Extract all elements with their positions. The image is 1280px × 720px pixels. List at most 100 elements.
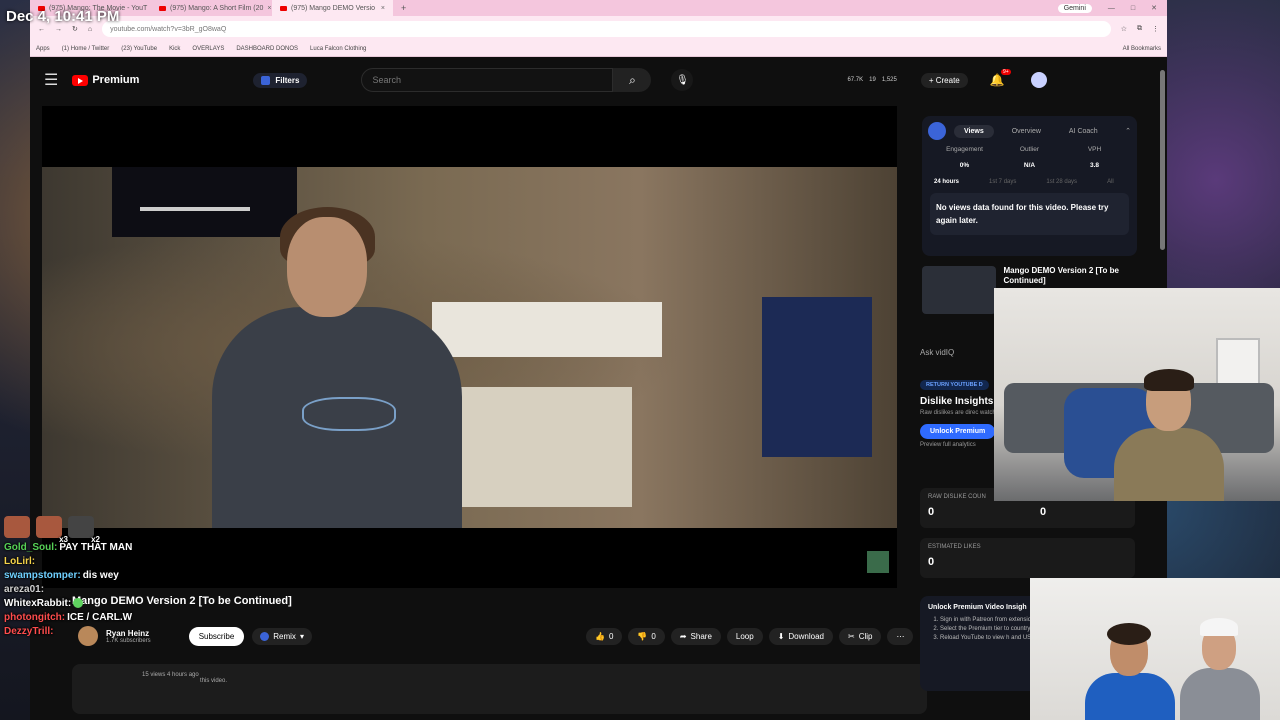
clip-button[interactable]: ✂ Clip bbox=[838, 628, 882, 645]
youtube-icon bbox=[280, 5, 287, 11]
bookmarks-bar: Apps (1) Home / Twitter (23) YouTube Kic… bbox=[30, 42, 1167, 57]
minimize-icon[interactable]: — bbox=[1108, 5, 1115, 12]
remix-icon bbox=[260, 631, 270, 641]
webcam-overlay-2 bbox=[1030, 578, 1280, 720]
ask-vidiq[interactable]: Ask vidIQ bbox=[920, 348, 954, 357]
vidiq-logo-icon bbox=[928, 122, 946, 140]
description-box[interactable]: 15 views 4 hours ago this video. bbox=[72, 664, 927, 714]
stat-value: 19 bbox=[869, 77, 876, 83]
emote-icon: x3 bbox=[36, 516, 68, 544]
vidiq-icon bbox=[261, 75, 271, 85]
search-icon[interactable]: ⌕ bbox=[613, 68, 652, 92]
bookmark-item[interactable]: (1) Home / Twitter bbox=[62, 46, 110, 52]
chat-message: Gold_Soul: PAY THAT MAN bbox=[4, 542, 133, 553]
metric-value: 3.8 bbox=[1089, 162, 1100, 169]
home-icon[interactable]: ⌂ bbox=[88, 26, 92, 33]
notification-badge: 9+ bbox=[1001, 69, 1011, 75]
maximize-icon[interactable]: □ bbox=[1131, 5, 1135, 12]
bookmark-item[interactable]: Kick bbox=[169, 46, 180, 52]
more-actions-icon[interactable]: ⋯ bbox=[887, 628, 914, 645]
gemini-button[interactable]: Gemini bbox=[1057, 3, 1092, 13]
tab-3[interactable]: (975) Mango DEMO Versio × bbox=[272, 0, 393, 16]
range-28d[interactable]: 1st 28 days bbox=[1046, 179, 1077, 185]
range-7d[interactable]: 1st 7 days bbox=[989, 179, 1016, 185]
forward-icon[interactable]: → bbox=[55, 26, 62, 33]
metric-value: N/A bbox=[1023, 162, 1036, 169]
metric-value: 0% bbox=[959, 162, 970, 169]
youtube-header: ☰ Premium Filters Search ⌕ 🎙 67.7K 19 1,… bbox=[30, 57, 1167, 103]
remix-button[interactable]: Remix ▾ bbox=[252, 627, 312, 645]
stat-value: 67.7K bbox=[847, 77, 864, 83]
close-icon[interactable]: × bbox=[267, 5, 271, 12]
related-thumbnail[interactable] bbox=[922, 266, 996, 314]
tab-overview[interactable]: Overview bbox=[1002, 125, 1051, 138]
new-tab-icon[interactable]: + bbox=[393, 3, 414, 13]
extensions-icon[interactable]: ⧉ bbox=[1137, 25, 1142, 33]
emote-icon bbox=[73, 598, 84, 609]
scene-person bbox=[212, 207, 472, 528]
dislike-button[interactable]: 👎 0 bbox=[628, 628, 665, 645]
chat-message: DezzyTrill: bbox=[4, 626, 54, 637]
range-tabs: 24 hours 1st 7 days 1st 28 days All bbox=[922, 169, 1137, 189]
bookmark-item[interactable]: DASHBOARD DONOS bbox=[236, 46, 298, 52]
tab-2[interactable]: (975) Mango: A Short Film (20 × bbox=[151, 0, 272, 16]
search-input[interactable]: Search bbox=[361, 68, 614, 92]
channel-watermark[interactable] bbox=[867, 551, 889, 573]
tab-views[interactable]: Views bbox=[954, 124, 994, 138]
bookmark-item[interactable]: Luca Falcon Clothing bbox=[310, 46, 366, 52]
account-avatar[interactable] bbox=[1030, 72, 1047, 88]
like-button[interactable]: 👍 0 bbox=[586, 628, 623, 645]
bookmark-item[interactable]: Apps bbox=[36, 46, 50, 52]
download-icon: ⬇ bbox=[777, 632, 785, 641]
bookmark-item[interactable]: (23) YouTube bbox=[121, 46, 157, 52]
star-icon[interactable]: ☆ bbox=[1121, 25, 1127, 33]
back-icon[interactable]: ← bbox=[38, 26, 45, 33]
raw-dislike-value: 0 bbox=[1040, 506, 1047, 518]
filters-button[interactable]: Filters bbox=[253, 72, 308, 88]
menu-dots-icon[interactable]: ⋮ bbox=[1152, 25, 1159, 33]
estimated-likes: ESTIMATED LIKES 0 bbox=[920, 538, 1135, 578]
youtube-play-icon bbox=[72, 74, 89, 86]
all-bookmarks[interactable]: All Bookmarks bbox=[1123, 46, 1161, 52]
youtube-logo[interactable]: Premium bbox=[72, 74, 139, 86]
scene-bin bbox=[762, 297, 872, 457]
create-button[interactable]: + Create bbox=[920, 72, 968, 88]
loop-button[interactable]: Loop bbox=[726, 628, 763, 645]
chat-message: WhitexRabbit: bbox=[4, 598, 132, 609]
return-dislike-badge: RETURN YOUTUBE D bbox=[920, 380, 989, 390]
metric-label: Engagement bbox=[946, 146, 983, 153]
description-text: this video. bbox=[200, 678, 228, 684]
tab-ai-coach[interactable]: AI Coach bbox=[1059, 125, 1108, 138]
thumbs-up-icon: 👍 bbox=[595, 632, 605, 641]
hamburger-menu-icon[interactable]: ☰ bbox=[44, 70, 58, 90]
emote-count: x3 bbox=[59, 535, 68, 544]
subscribe-button[interactable]: Subscribe bbox=[188, 626, 245, 646]
range-all[interactable]: All bbox=[1107, 179, 1114, 185]
microphone-icon[interactable]: 🎙 bbox=[671, 69, 694, 91]
metric-label: Outlier bbox=[1019, 146, 1040, 153]
video-player[interactable] bbox=[42, 106, 897, 588]
notifications-bell-icon[interactable]: 🔔 9+ bbox=[990, 69, 1011, 87]
metric-label: VPH bbox=[1087, 146, 1102, 153]
unlock-premium-button[interactable]: Unlock Premium bbox=[920, 424, 996, 439]
page-scrollbar[interactable] bbox=[1160, 70, 1165, 250]
emote-icon: x2 bbox=[68, 516, 100, 544]
url-field[interactable]: youtube.com/watch?v=3bR_gO8waQ bbox=[102, 21, 1111, 37]
download-button[interactable]: ⬇ Download bbox=[768, 628, 833, 645]
webcam-overlay-1 bbox=[994, 288, 1280, 501]
bookmark-item[interactable]: OVERLAYS bbox=[192, 46, 224, 52]
range-24h[interactable]: 24 hours bbox=[934, 179, 959, 185]
close-icon[interactable]: × bbox=[381, 5, 385, 12]
close-window-icon[interactable]: ✕ bbox=[1151, 4, 1157, 12]
stream-chat-overlay: x3 x2 Gold_Soul: PAY THAT MAN LoLirl: swa… bbox=[4, 516, 132, 640]
reload-icon[interactable]: ↻ bbox=[72, 25, 78, 33]
emote-count: x2 bbox=[91, 535, 100, 544]
youtube-icon bbox=[159, 5, 166, 11]
video-frame bbox=[42, 167, 897, 528]
emote-row: x3 x2 bbox=[4, 516, 132, 544]
stat-value: 1,525 bbox=[881, 77, 897, 83]
share-icon: ➦ bbox=[679, 632, 687, 641]
collapse-icon[interactable]: ⌃ bbox=[1125, 127, 1131, 135]
estimated-likes-value: 0 bbox=[928, 556, 935, 568]
share-button[interactable]: ➦ Share bbox=[670, 628, 721, 645]
